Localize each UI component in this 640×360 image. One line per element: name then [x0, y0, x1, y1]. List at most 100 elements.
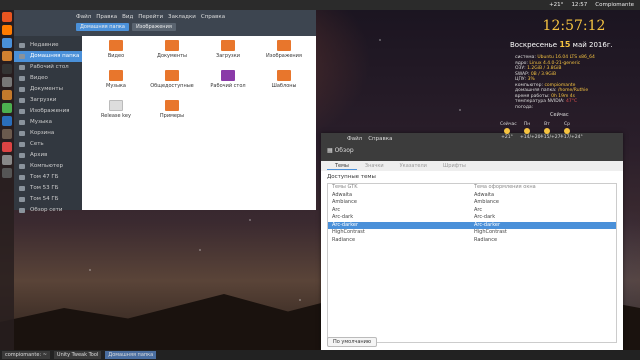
- file-name: Шаблоны: [271, 83, 297, 89]
- theme-row[interactable]: Arc-darker Arc-darker: [328, 221, 616, 229]
- gtk-theme-cell: Arc-darker: [332, 221, 359, 228]
- tab-pictures[interactable]: Изображения: [131, 23, 176, 31]
- info-key: погода:: [515, 104, 534, 110]
- theme-row[interactable]: HighContrast HighContrast: [328, 229, 616, 237]
- files-icon-2[interactable]: [2, 90, 12, 100]
- sidebar-item[interactable]: Домашняя папка: [14, 51, 82, 62]
- theme-row[interactable]: Arc Arc: [328, 207, 616, 215]
- sidebar-item[interactable]: Том 53 ГБ: [14, 183, 82, 194]
- info-value: compiomante: [544, 82, 576, 88]
- menu-item[interactable]: Правка: [96, 14, 117, 20]
- task-terminal[interactable]: compiomante: ~: [2, 351, 50, 359]
- trash-icon[interactable]: [2, 168, 12, 178]
- window-theme-cell: Radiance: [474, 236, 498, 243]
- date-day: 15: [559, 40, 571, 49]
- overview-label: Обзор: [334, 147, 354, 154]
- sidebar-item[interactable]: Изображения: [14, 106, 82, 117]
- desktop-folder-icon: [221, 70, 235, 81]
- info-value: Ubuntu 16.04 LTS x86_64: [537, 55, 595, 60]
- file-name: Release key: [101, 113, 131, 119]
- sidebar-item[interactable]: Музыка: [14, 117, 82, 128]
- clock-indicator[interactable]: 12:57: [571, 2, 587, 8]
- file-item[interactable]: Рабочий стол: [202, 70, 254, 100]
- info-line: погода:: [515, 105, 638, 111]
- launcher: [0, 10, 14, 350]
- theme-row[interactable]: Ambiance Ambiance: [328, 199, 616, 207]
- info-key: ЦПУ:: [515, 77, 527, 82]
- downloads-folder-icon: [221, 40, 235, 51]
- file-item[interactable]: Общедоступные: [146, 70, 198, 100]
- tab-icons[interactable]: Значки: [357, 163, 392, 169]
- writer-icon[interactable]: [2, 116, 12, 126]
- reset-default-button[interactable]: По умолчанию: [327, 337, 378, 347]
- file-item[interactable]: Изображения: [258, 40, 310, 70]
- file-item[interactable]: Видео: [90, 40, 142, 70]
- window-theme-cell: Ambiance: [474, 199, 499, 205]
- tab-cursors[interactable]: Указатели: [392, 163, 435, 169]
- file-item[interactable]: Примеры: [146, 100, 198, 130]
- overview-button[interactable]: ▦ Обзор: [327, 147, 617, 154]
- theme-row[interactable]: Radiance Radiance: [328, 237, 616, 245]
- sun-icon: [504, 128, 510, 134]
- sidebar-item[interactable]: Документы: [14, 84, 82, 95]
- sidebar-item[interactable]: Сеть: [14, 139, 82, 150]
- table-header: Темы GTK Тема оформления окна: [328, 184, 616, 192]
- document-icon: [109, 100, 123, 111]
- calc-icon[interactable]: [2, 103, 12, 113]
- file-manager-tabs: Домашняя папка Изображения: [76, 23, 310, 31]
- gtk-theme-cell: Arc: [332, 206, 341, 213]
- file-name: Примеры: [159, 113, 185, 119]
- system-icon[interactable]: [2, 155, 12, 165]
- theme-row[interactable]: Adwaita Adwaita: [328, 192, 616, 200]
- ubuntu-icon[interactable]: [2, 12, 12, 22]
- weather-indicator[interactable]: +21°: [549, 2, 563, 8]
- sidebar-item[interactable]: Компьютер: [14, 161, 82, 172]
- file-item[interactable]: Шаблоны: [258, 70, 310, 100]
- firefox-icon[interactable]: [2, 25, 12, 35]
- window-theme-cell: Adwaita: [474, 191, 495, 198]
- sidebar-item[interactable]: Том 54 ГБ: [14, 194, 82, 205]
- settings-icon[interactable]: [2, 77, 12, 87]
- task-file-manager[interactable]: Домашняя папка: [105, 351, 157, 359]
- tab-fonts[interactable]: Шрифты: [435, 163, 474, 169]
- file-name: Общедоступные: [150, 83, 194, 89]
- menu-item[interactable]: Перейти: [138, 14, 163, 20]
- menu-item[interactable]: Файл: [76, 14, 91, 20]
- file-item[interactable]: Загрузки: [202, 40, 254, 70]
- top-panel: +21° 12:57 Compiomante: [0, 0, 640, 10]
- terminal-icon[interactable]: [2, 64, 12, 74]
- sidebar-item[interactable]: Архив: [14, 150, 82, 161]
- sidebar-item[interactable]: Обзор сети: [14, 205, 82, 216]
- chromium-icon[interactable]: [2, 38, 12, 48]
- file-item[interactable]: Музыка: [90, 70, 142, 100]
- file-item[interactable]: Release key: [90, 100, 142, 130]
- sidebar-item[interactable]: Загрузки: [14, 95, 82, 106]
- tab-home[interactable]: Домашняя папка: [76, 23, 129, 31]
- user-indicator[interactable]: Compiomante: [595, 2, 634, 8]
- sidebar-item[interactable]: Видео: [14, 73, 82, 84]
- sidebar-item[interactable]: Корзина: [14, 128, 82, 139]
- weather-day: Ср +17/+24°: [560, 122, 583, 140]
- menu-file[interactable]: Файл: [347, 136, 362, 142]
- gimp-icon[interactable]: [2, 129, 12, 139]
- files-icon[interactable]: [2, 51, 12, 61]
- sidebar-item[interactable]: Рабочий стол: [14, 62, 82, 73]
- menu-item[interactable]: Вид: [122, 14, 133, 20]
- sidebar-item[interactable]: Том 47 ГБ: [14, 172, 82, 183]
- menu-help[interactable]: Справка: [368, 136, 392, 142]
- menu-item[interactable]: Справка: [201, 14, 225, 20]
- sidebar-item[interactable]: Недавние: [14, 40, 82, 51]
- window-theme-cell: HighContrast: [474, 229, 507, 235]
- file-name: Документы: [157, 53, 187, 59]
- tab-themes[interactable]: Темы: [327, 163, 357, 170]
- menu-item[interactable]: Закладки: [168, 14, 196, 20]
- file-item[interactable]: Документы: [146, 40, 198, 70]
- col-window-theme: Тема оформления окна: [474, 184, 536, 190]
- info-value: 0h 19m 4s: [551, 93, 575, 99]
- weather-temp: +17/+24°: [560, 135, 583, 140]
- software-icon[interactable]: [2, 142, 12, 152]
- weather-day-label: Вт: [544, 122, 550, 127]
- task-unity-tweak[interactable]: Unity Tweak Tool: [53, 351, 102, 359]
- theme-row[interactable]: Arc-dark Arc-dark: [328, 214, 616, 222]
- info-value: 0B / 3.9GiB: [530, 71, 557, 77]
